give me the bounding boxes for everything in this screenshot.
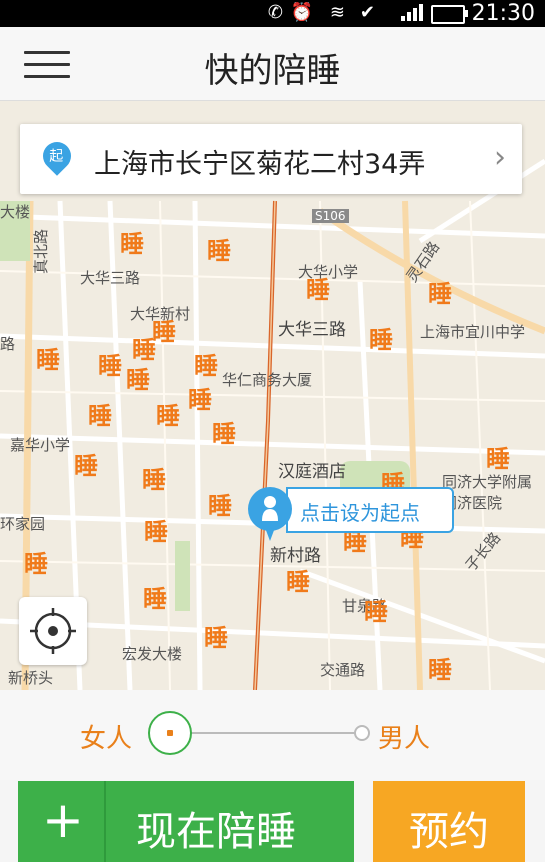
sleep-marker[interactable]: 睡 xyxy=(188,387,212,413)
sleep-marker[interactable]: 睡 xyxy=(144,519,168,545)
sleep-marker[interactable]: 睡 xyxy=(126,367,150,393)
person-icon xyxy=(262,496,278,521)
book-button[interactable]: 预约 xyxy=(373,781,525,862)
sleep-now-label: 现在陪睡 xyxy=(136,809,296,855)
sleep-marker[interactable]: 睡 xyxy=(36,347,60,373)
gender-slider-end[interactable] xyxy=(354,725,370,741)
sleep-marker[interactable]: 睡 xyxy=(24,551,48,577)
sleep-marker[interactable]: 睡 xyxy=(204,625,228,651)
sleep-marker[interactable]: 睡 xyxy=(306,277,330,303)
alarm-icon: ⏰ xyxy=(290,2,313,23)
address-text: 上海市长宁区菊花二村34弄 xyxy=(94,149,426,180)
map-label: 新村路 xyxy=(270,546,321,566)
crosshair-icon xyxy=(30,608,76,654)
page-title: 快的陪睡 xyxy=(204,51,341,91)
start-pin-label: 起 xyxy=(49,148,64,165)
check-icon: ✔ xyxy=(359,2,375,23)
sleep-marker[interactable]: 睡 xyxy=(486,446,510,472)
set-start-label: 点击设为起点 xyxy=(300,501,420,525)
sleep-marker[interactable]: 睡 xyxy=(88,403,112,429)
map-label: 真北路 xyxy=(32,228,51,275)
gender-slider-track[interactable] xyxy=(168,732,364,734)
map-label: 嘉华小学 xyxy=(10,436,71,454)
sleep-marker[interactable]: 睡 xyxy=(74,453,98,479)
sleep-marker[interactable]: 睡 xyxy=(428,281,452,307)
set-start-tooltip[interactable]: 点击设为起点 xyxy=(286,487,454,533)
sleep-marker[interactable]: 睡 xyxy=(364,599,388,625)
map-label: 交通路 xyxy=(320,661,366,679)
plus-icon: + xyxy=(42,791,84,849)
start-location-pin[interactable] xyxy=(248,487,292,541)
status-bar: ✆ ⏰ ≋ ✔ 21:30 xyxy=(0,0,545,27)
map-label: 环家园 xyxy=(0,515,46,533)
sleep-marker[interactable]: 睡 xyxy=(207,238,231,264)
map-label: 上海市宜川中学 xyxy=(420,323,526,341)
chevron-right-icon: › xyxy=(494,140,506,175)
gender-female-label[interactable]: 女人 xyxy=(80,718,132,755)
map-label: 宏发大楼 xyxy=(122,645,183,663)
map-label: S106 xyxy=(312,209,349,223)
phone-icon: ✆ xyxy=(267,2,283,23)
sleep-marker[interactable]: 睡 xyxy=(132,337,156,363)
start-pin-icon: 起 xyxy=(37,136,77,176)
map-label: 新桥头 xyxy=(8,669,54,687)
sleep-marker[interactable]: 睡 xyxy=(120,231,144,257)
map-label: 大楼 xyxy=(0,203,31,221)
map-label: 华仁商务大厦 xyxy=(222,371,313,389)
gender-male-label[interactable]: 男人 xyxy=(378,718,430,755)
sleep-marker[interactable]: 睡 xyxy=(369,327,393,353)
sleep-marker[interactable]: 睡 xyxy=(208,493,232,519)
address-bar[interactable]: 起 上海市长宁区菊花二村34弄 › xyxy=(20,124,522,194)
add-button[interactable]: + xyxy=(18,781,106,862)
book-label: 预约 xyxy=(409,809,489,855)
app-header: 快的陪睡 xyxy=(0,27,545,101)
map-label: 汉庭酒店 xyxy=(278,462,346,482)
sleep-marker[interactable]: 睡 xyxy=(142,467,166,493)
status-time: 21:30 xyxy=(471,1,535,26)
map-label: 大华三路 xyxy=(80,269,141,287)
gender-selector: 女人 男人 xyxy=(0,690,545,780)
locate-me-button[interactable] xyxy=(19,597,87,665)
sleep-marker[interactable]: 睡 xyxy=(156,403,180,429)
sleep-marker[interactable]: 睡 xyxy=(98,353,122,379)
map-label: 大华三路 xyxy=(278,320,346,340)
map-label: 同济大学附属同济医院 xyxy=(442,473,533,512)
signal-icon xyxy=(401,4,423,21)
sleep-marker[interactable]: 睡 xyxy=(143,586,167,612)
map-label: 路 xyxy=(0,335,16,353)
sleep-marker[interactable]: 睡 xyxy=(212,421,236,447)
wifi-icon: ≋ xyxy=(329,2,345,23)
sleep-marker[interactable]: 睡 xyxy=(428,657,452,683)
gender-slider-knob[interactable] xyxy=(148,711,192,755)
battery-icon xyxy=(431,5,468,24)
sleep-now-button[interactable]: + 现在陪睡 xyxy=(18,781,354,862)
sleep-marker[interactable]: 睡 xyxy=(194,353,218,379)
sleep-marker[interactable]: 睡 xyxy=(286,569,310,595)
